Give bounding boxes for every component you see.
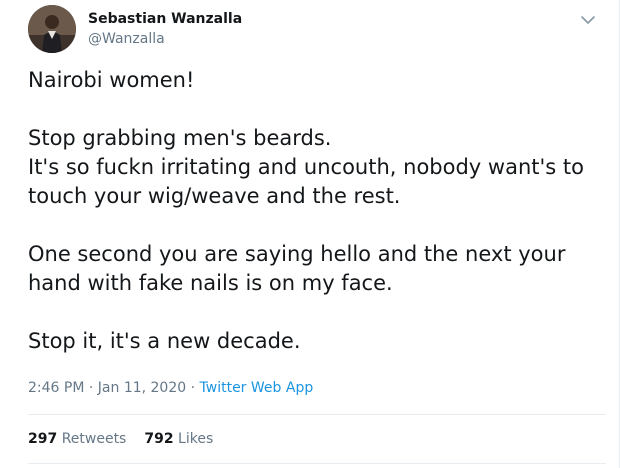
likes-count: 792: [144, 431, 174, 447]
tweet-card: Sebastian Wanzalla @Wanzalla Nairobi wom…: [0, 0, 620, 468]
likes-label: Likes: [178, 431, 214, 447]
tweet-source-link[interactable]: Twitter Web App: [200, 380, 314, 396]
avatar-image: [28, 5, 76, 53]
divider: [28, 414, 606, 415]
engagement-stats: 297 Retweets 792 Likes: [28, 431, 231, 447]
retweets-label: Retweets: [61, 431, 127, 447]
likes-stat[interactable]: 792 Likes: [144, 431, 213, 447]
divider: [28, 463, 606, 464]
author-handle[interactable]: @Wanzalla: [88, 31, 165, 47]
tweet-date[interactable]: Jan 11, 2020: [98, 380, 186, 396]
retweets-count: 297: [28, 431, 58, 447]
author-display-name[interactable]: Sebastian Wanzalla: [88, 11, 242, 27]
meta-separator: ·: [186, 380, 200, 396]
tweet-timestamp: 2:46 PM · Jan 11, 2020 · Twitter Web App: [28, 380, 313, 396]
tweet-time[interactable]: 2:46 PM: [28, 380, 84, 396]
chevron-down-icon[interactable]: [578, 10, 598, 30]
avatar[interactable]: [28, 5, 76, 53]
meta-separator: ·: [84, 380, 98, 396]
tweet-text: Nairobi women! Stop grabbing men's beard…: [28, 68, 584, 353]
retweets-stat[interactable]: 297 Retweets: [28, 431, 126, 447]
